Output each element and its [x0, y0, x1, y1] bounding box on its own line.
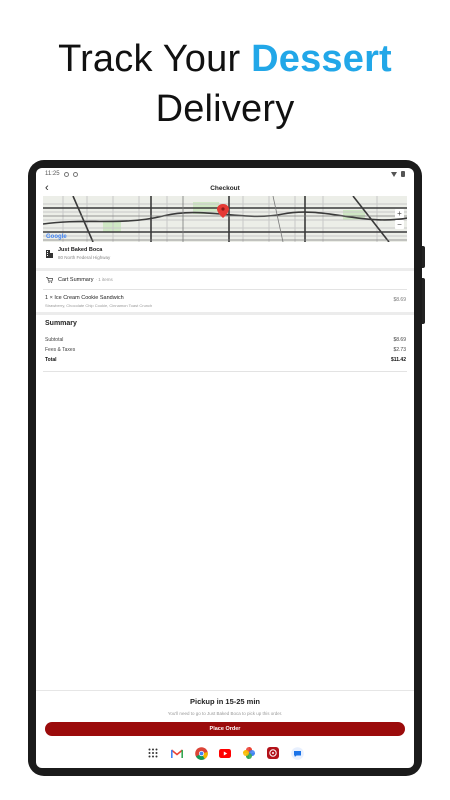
footer-divider — [36, 690, 414, 691]
store-info[interactable]: Just Baked Boca 80 North Federal Highway — [36, 244, 414, 268]
checkout-footer: Pickup in 15-25 min You'll need to go to… — [36, 690, 414, 768]
messages-icon[interactable] — [290, 746, 304, 760]
hero-line-1: Track Your Dessert — [0, 34, 450, 84]
store-icon — [46, 250, 53, 258]
gmail-icon[interactable] — [170, 746, 184, 760]
cart-item-count: · 1 items — [95, 277, 113, 282]
app-dock — [36, 742, 414, 764]
status-bar: 11:25 — [36, 168, 414, 180]
zoom-in-button[interactable]: + — [395, 209, 404, 218]
order-summary: Summary Subtotal $8.69 Fees & Taxes $2.7… — [36, 315, 414, 371]
summary-row-value: $8.69 — [393, 337, 406, 343]
sync-status-icon — [72, 171, 78, 177]
cart-item-name: 1 × Ice Cream Cookie Sandwich — [45, 295, 124, 301]
cart-item-price: $8.69 — [393, 297, 406, 303]
summary-row-label: Fees & Taxes — [45, 347, 76, 353]
summary-row-total: Total $11.42 — [45, 357, 406, 363]
summary-row-subtotal: Subtotal $8.69 — [45, 337, 406, 343]
place-order-button[interactable]: Place Order — [45, 722, 405, 736]
summary-row-fees: Fees & Taxes $2.73 — [45, 347, 406, 353]
store-address: 80 North Federal Highway — [58, 255, 111, 260]
cart-summary-title: Cart Summary — [58, 277, 94, 283]
wifi-icon — [391, 171, 397, 177]
battery-icon — [401, 171, 405, 177]
thin-divider — [43, 371, 407, 372]
power-button — [422, 278, 425, 324]
hero-accent-word: Dessert — [251, 38, 392, 80]
cart-summary-label: Cart Summary · 1 items — [58, 277, 113, 283]
volume-button — [422, 246, 425, 268]
zoom-out-button[interactable]: − — [395, 220, 404, 229]
hero-headline: Track Your Dessert Delivery — [0, 34, 450, 134]
page-title: Checkout — [210, 184, 240, 192]
back-arrow-icon[interactable]: ‹ — [45, 180, 49, 196]
summary-row-label: Subtotal — [45, 337, 64, 343]
cart-line-item[interactable]: 1 × Ice Cream Cookie Sandwich Strawberry… — [36, 290, 414, 312]
pickup-note: You'll need to go to Just Baked Boca to … — [167, 711, 283, 716]
device-screen: 11:25 ‹ Checkout Google + − Just Baked B… — [36, 168, 414, 768]
settings-status-icon — [63, 171, 69, 177]
map-streets — [43, 196, 407, 242]
hero-line-2: Delivery — [155, 88, 295, 130]
google-logo: Google — [46, 234, 67, 240]
cart-icon — [46, 277, 53, 283]
pickup-time: Pickup in 15-25 min — [189, 697, 261, 706]
status-time: 11:25 — [45, 171, 60, 177]
cart-summary-header[interactable]: Cart Summary · 1 items — [36, 271, 414, 289]
photos-icon[interactable] — [242, 746, 256, 760]
cart-item-options: Strawberry, Chocolate Chip Cookie, Cinna… — [45, 303, 153, 308]
chrome-icon[interactable] — [194, 746, 208, 760]
hero-line-1-prefix: Track Your — [58, 38, 241, 80]
summary-row-label: Total — [45, 357, 57, 363]
summary-row-value: $2.73 — [393, 347, 406, 353]
summary-title: Summary — [45, 320, 77, 327]
just-baked-icon[interactable] — [266, 746, 280, 760]
app-bar: ‹ Checkout — [36, 180, 414, 196]
tablet-frame: 11:25 ‹ Checkout Google + − Just Baked B… — [28, 160, 425, 776]
store-name: Just Baked Boca — [58, 247, 103, 253]
apps-icon[interactable] — [146, 746, 160, 760]
youtube-icon[interactable] — [218, 746, 232, 760]
summary-row-value: $11.42 — [390, 357, 406, 363]
store-map[interactable]: Google + − — [43, 196, 407, 242]
